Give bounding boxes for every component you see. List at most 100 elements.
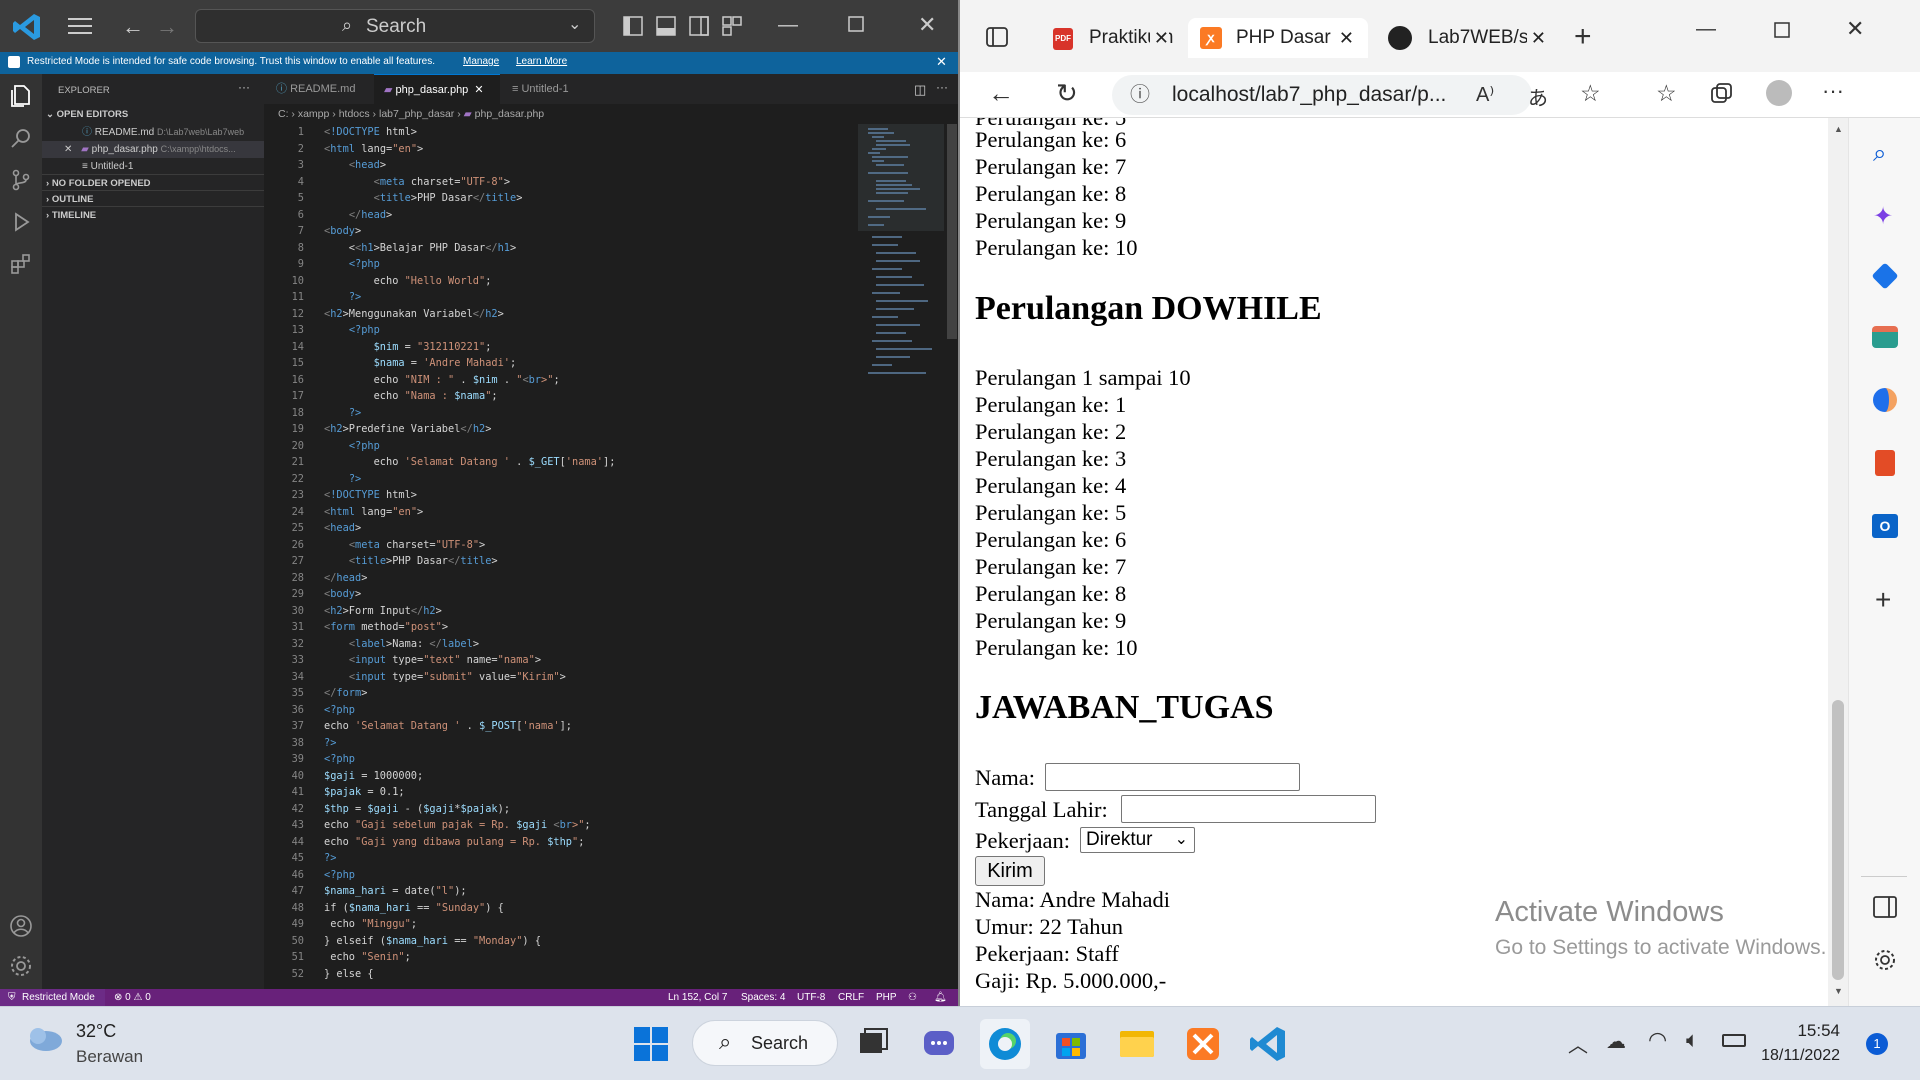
problems-indicator[interactable]: ⊗ 0 ⚠ 0	[114, 989, 151, 1006]
forward-arrow-icon[interactable]: →	[156, 14, 178, 40]
vscode-icon[interactable]	[1244, 1019, 1294, 1069]
add-favorite-icon[interactable]: ☆	[1580, 80, 1601, 107]
back-arrow-icon[interactable]: ←	[988, 78, 1014, 109]
start-windows-icon[interactable]	[626, 1019, 676, 1069]
code-line[interactable]: echo "Nama : $nama";	[324, 388, 498, 405]
minimize-icon[interactable]: —	[1696, 18, 1716, 41]
indentation[interactable]: Spaces: 4	[741, 989, 785, 1006]
translate-icon[interactable]: あ	[1528, 82, 1548, 111]
tanggal-input[interactable]	[1121, 795, 1376, 823]
weather-condition[interactable]: Berawan	[76, 1047, 143, 1067]
close-icon[interactable]: ✕	[1149, 18, 1169, 58]
menu-icon[interactable]	[68, 16, 92, 36]
edge-icon[interactable]	[980, 1019, 1030, 1069]
more-actions-icon[interactable]: ···	[238, 80, 250, 94]
code-line[interactable]: echo "NIM : " . $nim . "<br>";	[324, 372, 560, 389]
close-icon[interactable]: ✕	[64, 144, 72, 155]
code-line[interactable]: </head>	[324, 570, 367, 587]
code-line[interactable]: echo "Minggu";	[324, 916, 417, 933]
code-line[interactable]: <h2>Menggunakan Variabel</h2>	[324, 306, 504, 323]
run-debug-icon[interactable]	[9, 210, 33, 234]
code-line[interactable]: <head>	[324, 157, 386, 174]
pekerjaan-select[interactable]: Direktur ⌄	[1080, 827, 1195, 853]
volume-icon[interactable]: 🔈︎	[1686, 1027, 1699, 1053]
code-line[interactable]: <?php	[324, 867, 355, 884]
file-explorer-icon[interactable]	[1112, 1019, 1162, 1069]
close-icon[interactable]: ✕	[936, 54, 947, 70]
page-scrollbar[interactable]: ▲ ▼	[1828, 118, 1848, 1006]
minimap[interactable]	[858, 124, 946, 989]
back-arrow-icon[interactable]: ←	[122, 14, 144, 40]
settings-gear-icon[interactable]	[9, 954, 33, 978]
more-actions-icon[interactable]: ···	[936, 80, 948, 94]
scroll-up-icon[interactable]: ▲	[1834, 124, 1843, 134]
breadcrumb-item[interactable]: C:	[278, 108, 289, 120]
code-line[interactable]: <html lang="en">	[324, 141, 423, 158]
code-line[interactable]: ?>	[324, 471, 361, 488]
store-icon[interactable]	[1046, 1019, 1096, 1069]
tools-icon[interactable]	[1872, 326, 1898, 348]
code-line[interactable]: $nama = 'Andre Mahadi';	[324, 355, 517, 372]
breadcrumb-item[interactable]: htdocs	[339, 108, 370, 120]
code-line[interactable]: } elseif ($nama_hari == "Monday") {	[324, 933, 541, 950]
code-line[interactable]: <?php	[324, 322, 380, 339]
scroll-down-icon[interactable]: ▼	[1834, 986, 1843, 996]
code-line[interactable]: <!DOCTYPE html>	[324, 124, 417, 141]
kirim-button[interactable]: Kirim	[975, 856, 1045, 886]
extensions-icon[interactable]	[9, 252, 33, 276]
open-editor-item[interactable]: ⓘ README.md D:\Lab7web\Lab7web	[42, 124, 264, 141]
tab-untitled[interactable]: ≡ Untitled-1	[500, 74, 600, 104]
copilot-sparkle-icon[interactable]: ✦	[1873, 202, 1893, 231]
close-icon[interactable]: ✕	[918, 12, 936, 38]
scroll-thumb[interactable]	[1832, 700, 1844, 980]
teams-chat-icon[interactable]	[914, 1019, 964, 1069]
code-line[interactable]: ?>	[324, 289, 361, 306]
toggle-panel-icon[interactable]	[656, 16, 676, 36]
code-line[interactable]: <<h1>Belajar PHP Dasar</h1>	[324, 240, 516, 257]
code-line[interactable]: <title>PHP Dasar</title>	[324, 553, 498, 570]
taskbar-search[interactable]: ⌕ Search	[692, 1020, 838, 1066]
code-line[interactable]: ?>	[324, 735, 336, 752]
code-line[interactable]: <?php	[324, 256, 380, 273]
notification-badge[interactable]: 1	[1866, 1033, 1888, 1055]
nama-input[interactable]	[1045, 763, 1300, 791]
code-line[interactable]: } else {	[324, 966, 374, 983]
split-editor-icon[interactable]: ◫	[914, 82, 926, 98]
learn-more-link[interactable]: Learn More	[516, 56, 567, 67]
tab-actions-icon[interactable]	[986, 26, 1008, 48]
editor-scrollbar[interactable]	[946, 124, 958, 989]
new-tab-icon[interactable]: +	[1574, 20, 1592, 54]
favorites-icon[interactable]: ☆	[1656, 80, 1677, 107]
settings-gear-icon[interactable]	[1873, 948, 1897, 972]
code-line[interactable]: echo "Gaji yang dibawa pulang = Rp. $thp…	[324, 834, 584, 851]
language-mode[interactable]: PHP	[876, 989, 897, 1006]
tab-php-dasar[interactable]: ꭗ PHP Dasar ✕	[1188, 18, 1368, 58]
code-line[interactable]: if ($nama_hari == "Sunday") {	[324, 900, 504, 917]
code-line[interactable]: <?php	[324, 438, 380, 455]
code-line[interactable]: <input type="submit" value="Kirim">	[324, 669, 566, 686]
code-line[interactable]: <body>	[324, 223, 361, 240]
code-line[interactable]: </head>	[324, 207, 392, 224]
close-icon[interactable]: ✕	[1526, 18, 1546, 58]
timeline-header[interactable]: › TIMELINE	[42, 206, 264, 223]
code-line[interactable]: $pajak = 0.1;	[324, 784, 405, 801]
toggle-sidebar-icon[interactable]	[623, 16, 643, 36]
code-line[interactable]: $thp = $gaji - ($gaji*$pajak);	[324, 801, 510, 818]
toggle-secondary-sidebar-icon[interactable]	[689, 16, 709, 36]
open-editor-item-active[interactable]: ✕ ▰ php_dasar.php C:\xampp\htdocs...	[42, 141, 264, 158]
clock-date[interactable]: 18/11/2022	[1750, 1047, 1840, 1065]
encoding[interactable]: UTF-8	[797, 989, 825, 1006]
end-of-line[interactable]: CRLF	[838, 989, 864, 1006]
account-sync-icon[interactable]: ⚇	[908, 989, 917, 1006]
profile-avatar[interactable]	[1766, 80, 1792, 106]
source-control-icon[interactable]	[9, 168, 33, 192]
code-line[interactable]: <form method="post">	[324, 619, 448, 636]
code-line[interactable]: $nim = "312110221";	[324, 339, 492, 356]
code-line[interactable]: <title>PHP Dasar</title>	[324, 190, 523, 207]
code-editor[interactable]: 1 <!DOCTYPE html> 2 <html lang="en"> 3 <head…	[264, 124, 858, 989]
code-line[interactable]: <?php	[324, 702, 355, 719]
office-icon[interactable]	[1875, 450, 1895, 476]
code-line[interactable]: <body>	[324, 586, 361, 603]
add-icon[interactable]: +	[1875, 584, 1891, 616]
shopping-tag-icon[interactable]	[1871, 262, 1899, 290]
